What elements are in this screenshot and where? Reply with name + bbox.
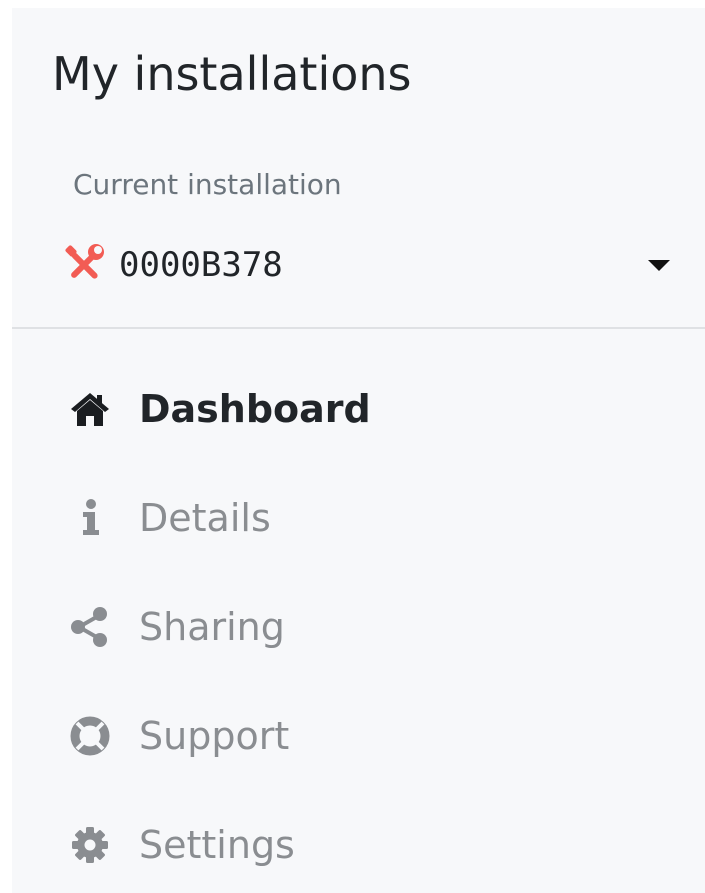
gear-icon (72, 827, 108, 863)
home-icon (71, 393, 109, 426)
sidebar-item-label: Support (139, 714, 290, 758)
sidebar-item-label: Settings (139, 823, 295, 867)
sidebar-item-support[interactable]: Support (62, 696, 622, 776)
installation-id: 0000B378 (119, 245, 283, 285)
page-title: My installations (52, 47, 412, 101)
sidebar-item-details[interactable]: Details (62, 478, 622, 558)
installations-sidebar: My installations Current installation 00… (12, 8, 705, 893)
divider (12, 327, 705, 329)
life-ring-icon (70, 716, 110, 756)
sidebar-item-label: Sharing (139, 605, 285, 649)
info-icon (83, 499, 99, 535)
current-installation-label: Current installation (73, 168, 342, 201)
sidebar-item-sharing[interactable]: Sharing (62, 587, 622, 667)
sidebar-item-settings[interactable]: Settings (62, 805, 622, 885)
tools-icon (65, 244, 104, 279)
sidebar-item-label: Details (139, 496, 271, 540)
sidebar-item-label: Dashboard (139, 387, 371, 431)
caret-down-icon (648, 260, 670, 271)
share-icon (71, 607, 107, 647)
installation-dropdown[interactable]: 0000B378 (62, 236, 682, 294)
sidebar-item-dashboard[interactable]: Dashboard (62, 369, 622, 449)
